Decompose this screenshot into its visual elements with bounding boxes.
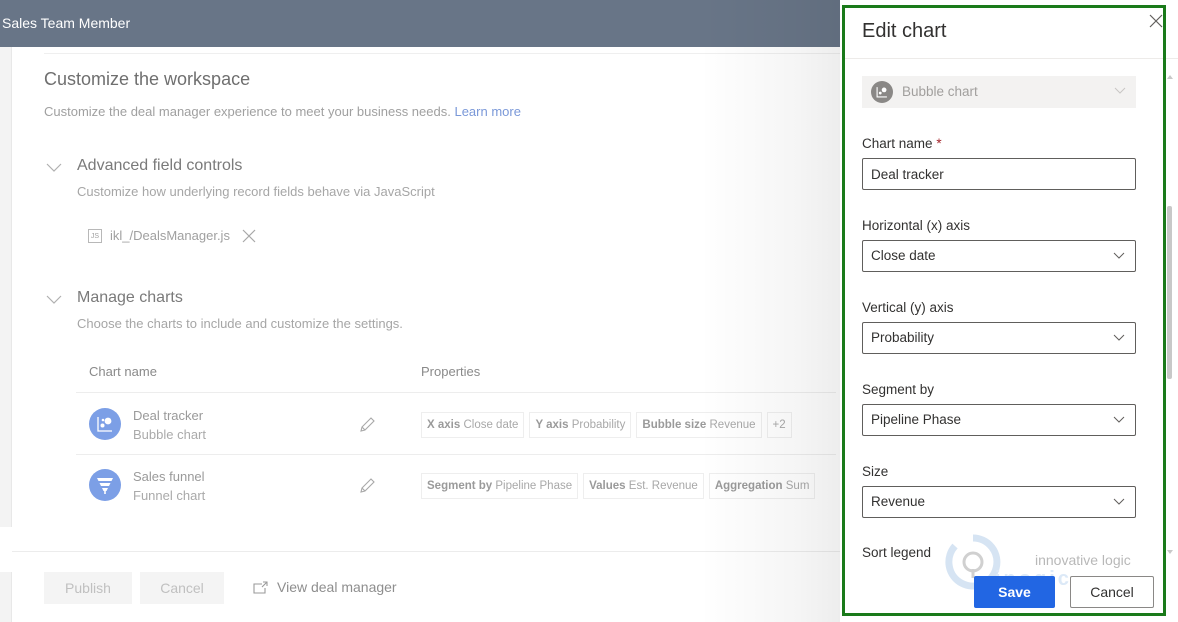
property-chip: Bubble size Revenue [636, 412, 762, 438]
publish-button[interactable]: Publish [44, 572, 132, 604]
size-label: Size [862, 464, 889, 479]
chevron-down-icon [46, 163, 62, 172]
required-indicator: * [936, 136, 942, 151]
more-properties-chip[interactable]: +2 [766, 412, 792, 438]
page-subtitle-text: Customize the deal manager experience to… [44, 104, 451, 119]
role-title: Sales Team Member [2, 15, 131, 31]
property-chip: Segment by Pipeline Phase [421, 473, 579, 499]
advanced-section-title: Advanced field controls [77, 157, 243, 174]
js-file-icon: JS [88, 228, 102, 243]
chart-type: Funnel chart [133, 488, 206, 503]
chart-name: Sales funnel [133, 469, 205, 484]
chevron-down-icon [46, 295, 62, 304]
chart-type: Bubble chart [133, 427, 206, 442]
pencil-icon[interactable] [358, 477, 376, 495]
save-button[interactable]: Save [974, 576, 1055, 608]
size-select[interactable]: Revenue [862, 486, 1136, 518]
x-axis-value: Close date [871, 248, 936, 263]
top-bar: Sales Team Member [0, 0, 840, 47]
table-row[interactable]: Sales funnel Funnel chart Segment by Pip… [76, 455, 836, 516]
segment-by-value: Pipeline Phase [871, 412, 962, 427]
x-axis-select[interactable]: Close date [862, 240, 1136, 272]
close-icon[interactable] [1148, 13, 1164, 29]
sort-legend-label: Sort legend [862, 545, 932, 560]
scroll-up-arrow-icon[interactable] [1167, 75, 1173, 79]
advanced-collapse-toggle[interactable] [46, 160, 62, 172]
segment-by-select[interactable]: Pipeline Phase [862, 404, 1136, 436]
footer-divider [12, 551, 840, 552]
chevron-down-icon [1113, 416, 1125, 423]
charts-section-title: Manage charts [77, 289, 183, 306]
scrollbar-thumb[interactable] [1167, 206, 1172, 379]
remove-file-icon[interactable] [242, 229, 256, 243]
chart-name-input[interactable] [862, 158, 1136, 190]
x-axis-label: Horizontal (x) axis [862, 218, 971, 233]
column-chart-name: Chart name [89, 364, 157, 379]
charts-section-subtitle: Choose the charts to include and customi… [77, 316, 403, 331]
property-chip: Aggregation Sum [708, 473, 816, 499]
funnel-chart-icon [89, 469, 121, 501]
charts-table-header: Chart name Properties [76, 360, 836, 393]
page-title: Customize the workspace [44, 69, 251, 89]
chart-properties: X axis Close date Y axis Probability Bub… [421, 412, 792, 438]
bubble-chart-icon [871, 81, 893, 103]
segment-by-label: Segment by [862, 382, 935, 397]
footer-cancel-button[interactable]: Cancel [140, 572, 224, 604]
charts-collapse-toggle[interactable] [46, 292, 62, 304]
view-deal-manager-label: View deal manager [277, 579, 397, 595]
chevron-down-icon [1113, 334, 1125, 341]
chart-type-value: Bubble chart [902, 84, 978, 99]
chart-type-select: Bubble chart [862, 76, 1136, 108]
panel-header-divider [845, 58, 1178, 59]
chart-name: Deal tracker [133, 408, 204, 423]
left-rail [0, 47, 12, 622]
chart-properties: Segment by Pipeline Phase Values Est. Re… [421, 473, 816, 499]
chevron-down-icon [1113, 252, 1125, 259]
property-chip: Y axis Probability [529, 412, 632, 438]
learn-more-link[interactable]: Learn more [454, 104, 520, 119]
y-axis-label: Vertical (y) axis [862, 300, 954, 315]
scroll-down-arrow-icon[interactable] [1167, 550, 1173, 554]
table-row[interactable]: Deal tracker Bubble chart X axis Close d… [76, 394, 836, 455]
open-external-icon [253, 580, 268, 594]
y-axis-value: Probability [871, 330, 935, 345]
page-subtitle: Customize the deal manager experience to… [44, 104, 521, 119]
workspace-content [12, 47, 840, 622]
pencil-icon[interactable] [358, 416, 376, 434]
advanced-section-subtitle: Customize how underlying record fields b… [77, 184, 435, 199]
cancel-button[interactable]: Cancel [1070, 576, 1154, 608]
y-axis-select[interactable]: Probability [862, 322, 1136, 354]
property-chip: Values Est. Revenue [583, 473, 704, 499]
view-deal-manager-link[interactable]: View deal manager [253, 579, 397, 595]
column-properties: Properties [421, 364, 481, 379]
property-chip: X axis Close date [421, 412, 525, 438]
size-value: Revenue [871, 494, 926, 509]
chevron-down-icon [1113, 498, 1125, 505]
js-file-item: JS ikl_/DealsManager.js [88, 228, 256, 243]
bubble-chart-icon [89, 408, 121, 440]
chevron-down-icon [1114, 87, 1126, 94]
panel-title: Edit chart [862, 20, 947, 42]
js-file-name: ikl_/DealsManager.js [110, 228, 230, 243]
chart-name-label: Chart name * [862, 136, 942, 151]
